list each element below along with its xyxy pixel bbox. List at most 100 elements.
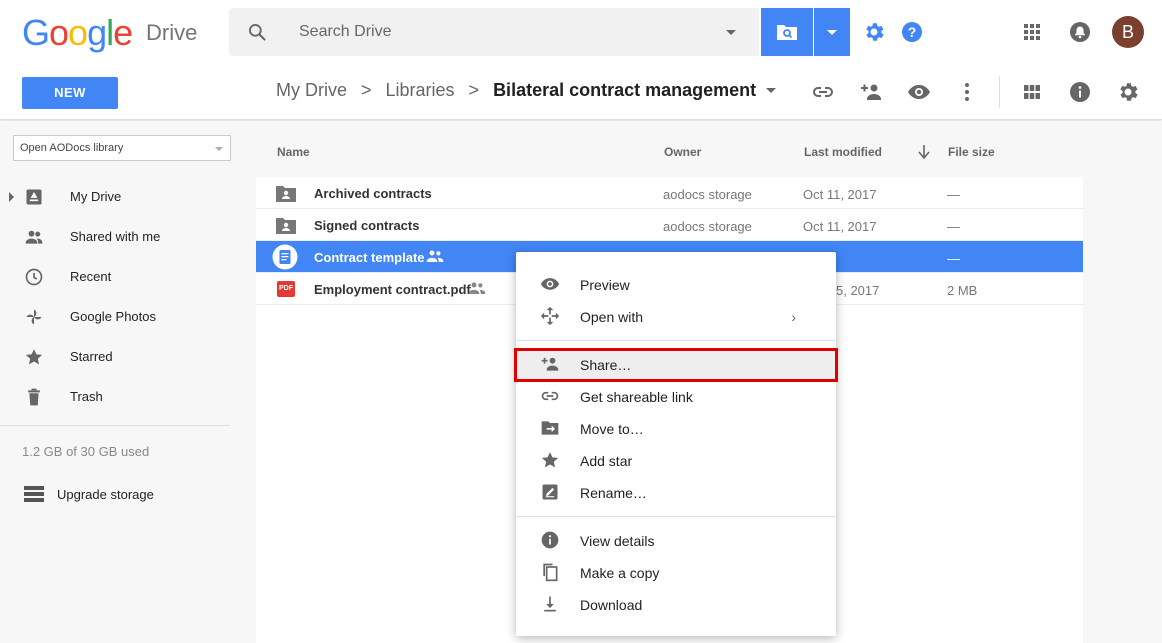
preview-eye-icon[interactable] bbox=[907, 80, 931, 104]
column-header-last-modified[interactable]: Last modified bbox=[804, 145, 882, 159]
menu-item-label: Download bbox=[580, 597, 643, 613]
column-header-name[interactable]: Name bbox=[277, 145, 310, 159]
search-box[interactable] bbox=[229, 8, 759, 56]
file-name: Archived contracts bbox=[314, 186, 432, 201]
upgrade-storage-label: Upgrade storage bbox=[57, 487, 154, 502]
file-name: Signed contracts bbox=[314, 218, 420, 233]
settings-icon[interactable] bbox=[1116, 80, 1140, 104]
info-icon bbox=[541, 531, 559, 549]
eye-icon bbox=[540, 278, 560, 290]
chevron-right-icon: > bbox=[361, 80, 372, 100]
people-icon bbox=[25, 230, 43, 244]
menu-item-add-star[interactable]: Add star bbox=[516, 444, 836, 476]
sidebar-item-my-drive[interactable]: My Drive bbox=[0, 177, 256, 217]
menu-item-label: Rename… bbox=[580, 485, 647, 501]
more-vert-icon[interactable] bbox=[955, 80, 979, 104]
chevron-right-icon: > bbox=[468, 80, 480, 100]
grid-view-icon[interactable] bbox=[1020, 80, 1044, 104]
search-scope-button[interactable] bbox=[761, 8, 813, 56]
breadcrumb-my-drive[interactable]: My Drive bbox=[276, 80, 347, 101]
storage-usage-text: 1.2 GB of 30 GB used bbox=[22, 444, 150, 459]
rename-icon bbox=[542, 484, 558, 500]
table-row[interactable]: Signed contracts aodocs storage Oct 11, … bbox=[256, 209, 1083, 241]
menu-item-label: Preview bbox=[580, 277, 630, 293]
share-highlight-annotation bbox=[514, 348, 838, 382]
star-icon bbox=[541, 452, 559, 468]
chevron-right-icon: › bbox=[791, 309, 796, 325]
search-icon[interactable] bbox=[247, 22, 267, 42]
shared-folder-icon bbox=[276, 186, 296, 202]
sidebar-item-label: Trash bbox=[70, 389, 103, 404]
search-input[interactable] bbox=[299, 8, 699, 56]
drive-icon bbox=[26, 189, 42, 205]
move-arrows-icon bbox=[540, 306, 560, 326]
logo-letter: e bbox=[113, 12, 133, 53]
sidebar-item-trash[interactable]: Trash bbox=[0, 377, 256, 417]
chevron-down-icon[interactable] bbox=[766, 88, 777, 93]
sidebar-item-recent[interactable]: Recent bbox=[0, 257, 256, 297]
sidebar-item-label: Shared with me bbox=[70, 229, 161, 244]
shared-people-icon bbox=[468, 282, 486, 294]
menu-item-label: Open with bbox=[580, 309, 644, 325]
new-button[interactable]: NEW bbox=[22, 77, 118, 109]
logo-letter: o bbox=[49, 12, 69, 53]
sidebar-divider bbox=[0, 425, 230, 426]
menu-item-rename[interactable]: Rename… bbox=[516, 476, 836, 508]
menu-item-label: Move to… bbox=[580, 421, 644, 437]
pdf-icon: PDF bbox=[277, 281, 295, 297]
apps-grid-icon[interactable] bbox=[1020, 20, 1044, 44]
search-scope-dropdown-button[interactable] bbox=[814, 8, 850, 56]
column-header-owner[interactable]: Owner bbox=[664, 145, 701, 159]
breadcrumb: My Drive > Libraries > Bilateral contrac… bbox=[276, 80, 777, 101]
file-size: — bbox=[947, 219, 960, 234]
search-options-caret-icon[interactable] bbox=[726, 30, 736, 35]
toolbar: NEW My Drive > Libraries > Bilateral con… bbox=[0, 64, 1162, 120]
product-name: Drive bbox=[146, 20, 198, 45]
upgrade-storage-link[interactable]: Upgrade storage bbox=[22, 483, 222, 507]
photos-pinwheel-icon bbox=[26, 309, 42, 325]
file-modified: Oct 11, 2017 bbox=[803, 219, 877, 234]
top-bar: Google Drive ? B bbox=[0, 0, 1162, 64]
star-icon bbox=[25, 349, 43, 365]
menu-item-move-to[interactable]: Move to… bbox=[516, 412, 836, 444]
help-icon[interactable]: ? bbox=[900, 20, 924, 44]
shared-people-icon bbox=[426, 250, 444, 262]
add-person-icon[interactable] bbox=[859, 80, 883, 104]
sidebar-item-google-photos[interactable]: Google Photos bbox=[0, 297, 256, 337]
notifications-icon[interactable] bbox=[1068, 20, 1092, 44]
link-icon[interactable] bbox=[811, 80, 835, 104]
sidebar-item-starred[interactable]: Starred bbox=[0, 337, 256, 377]
sidebar-item-label: Google Photos bbox=[70, 309, 157, 324]
google-logo[interactable]: Google bbox=[22, 12, 133, 54]
library-select[interactable]: Open AODocs library bbox=[13, 135, 231, 161]
menu-item-view-details[interactable]: View details bbox=[516, 524, 836, 556]
breadcrumb-libraries[interactable]: Libraries bbox=[386, 80, 455, 101]
sidebar-item-label: My Drive bbox=[70, 189, 122, 204]
table-row[interactable]: Archived contracts aodocs storage Oct 11… bbox=[256, 177, 1083, 209]
avatar[interactable]: B bbox=[1112, 16, 1144, 48]
info-icon[interactable] bbox=[1068, 80, 1092, 104]
column-header-file-size[interactable]: File size bbox=[948, 145, 995, 159]
expand-arrow-icon[interactable] bbox=[9, 192, 14, 202]
doc-icon bbox=[272, 244, 298, 270]
toolbar-divider bbox=[999, 76, 1000, 108]
trash-icon bbox=[28, 388, 40, 406]
sort-down-arrow-icon[interactable] bbox=[917, 144, 931, 160]
menu-item-download[interactable]: Download bbox=[516, 588, 836, 620]
sidebar-item-shared-with-me[interactable]: Shared with me bbox=[0, 217, 256, 257]
storage-stack-icon bbox=[24, 486, 44, 502]
logo-letter: g bbox=[87, 12, 107, 53]
file-owner: aodocs storage bbox=[663, 219, 752, 234]
menu-item-open-with[interactable]: Open with › bbox=[516, 300, 836, 332]
file-name: Employment contract.pdf bbox=[314, 282, 471, 297]
breadcrumb-current-folder[interactable]: Bilateral contract management bbox=[493, 80, 756, 101]
file-name: Contract template bbox=[314, 250, 425, 265]
file-modified: Oct 11, 2017 bbox=[803, 187, 877, 202]
link-icon bbox=[541, 391, 559, 401]
gear-icon[interactable] bbox=[862, 20, 886, 44]
menu-item-preview[interactable]: Preview bbox=[516, 268, 836, 300]
copy-icon bbox=[543, 563, 558, 582]
logo-letter: l bbox=[106, 12, 114, 53]
menu-item-make-a-copy[interactable]: Make a copy bbox=[516, 556, 836, 588]
menu-item-get-shareable-link[interactable]: Get shareable link bbox=[516, 380, 836, 412]
